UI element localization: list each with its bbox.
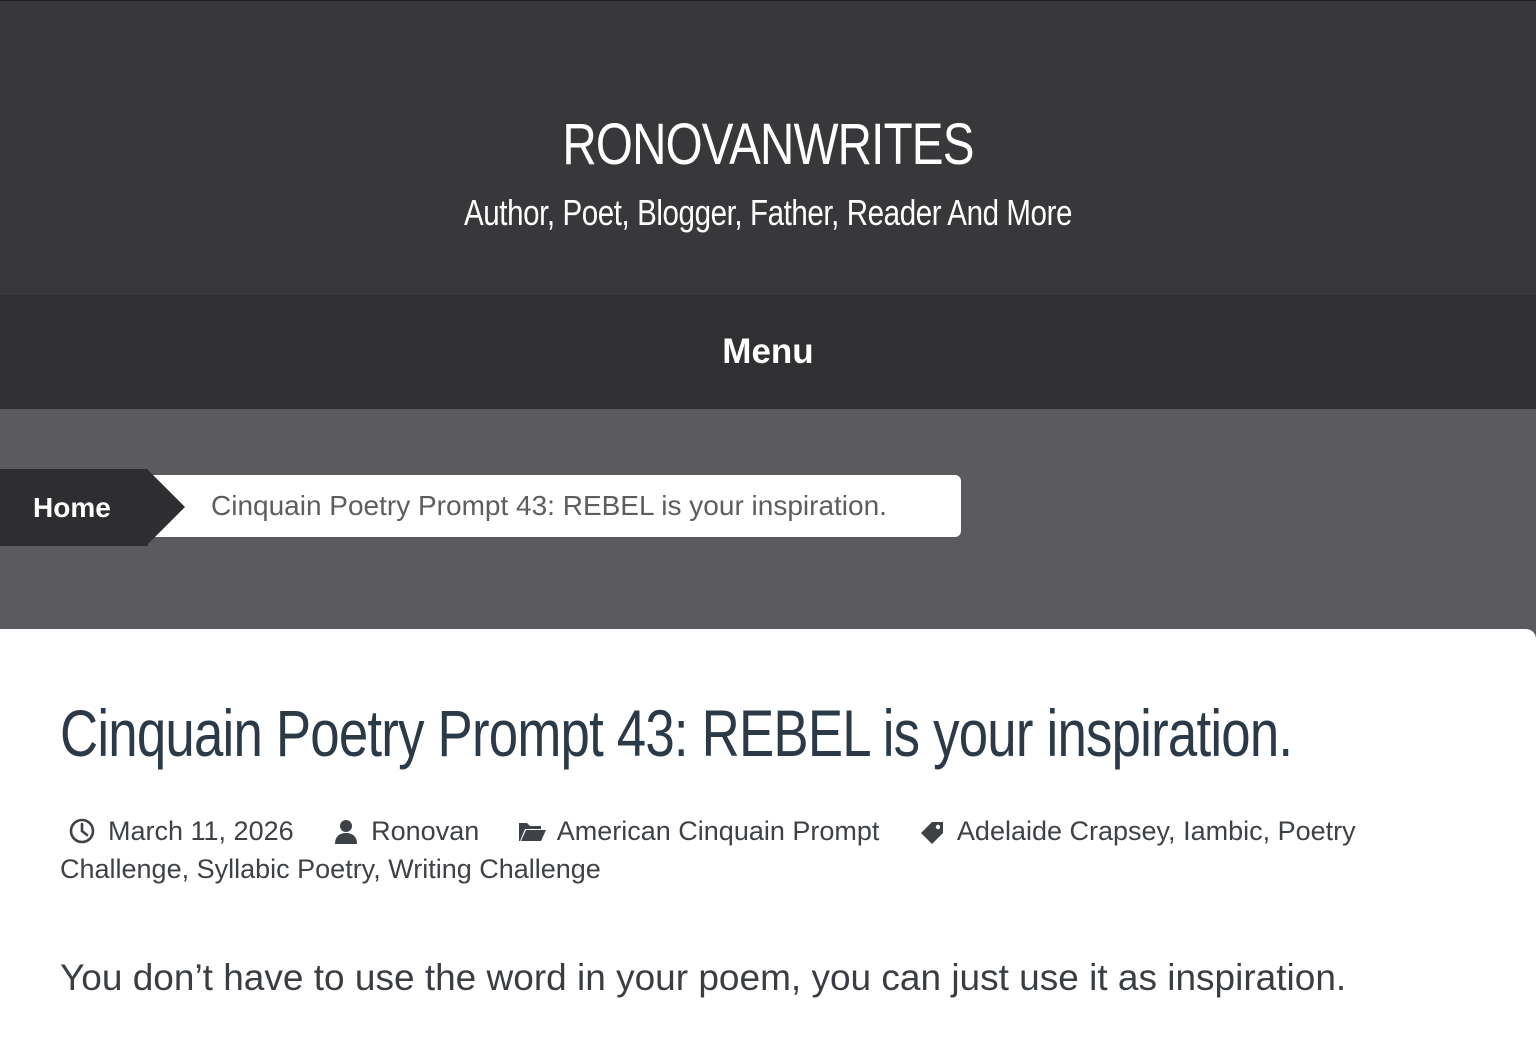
post-date: March 11, 2026 bbox=[68, 816, 301, 846]
tag-link[interactable]: Adelaide Crapsey bbox=[957, 816, 1168, 846]
post-content: Cinquain Poetry Prompt 43: REBEL is your… bbox=[0, 629, 1536, 1038]
post-category-link[interactable]: American Cinquain Prompt bbox=[557, 816, 880, 846]
breadcrumb-home-link[interactable]: Home bbox=[0, 469, 148, 546]
menu-toggle-button[interactable]: Menu bbox=[702, 322, 833, 382]
post-date-link[interactable]: March 11, 2026 bbox=[108, 816, 294, 846]
post-category: American Cinquain Prompt bbox=[517, 816, 887, 846]
main-navigation: Menu bbox=[0, 295, 1536, 409]
post-author-link[interactable]: Ronovan bbox=[371, 816, 479, 846]
site-tagline: Author, Poet, Blogger, Father, Reader An… bbox=[463, 192, 1073, 233]
tag-icon bbox=[920, 822, 943, 844]
tag-link[interactable]: Iambic bbox=[1183, 816, 1263, 846]
post-body-paragraph: You don’t have to use the word in your p… bbox=[60, 957, 1347, 998]
tag-link[interactable]: Syllabic Poetry bbox=[197, 854, 374, 884]
post-author: Ronovan bbox=[331, 816, 487, 846]
breadcrumb-current-page: Cinquain Poetry Prompt 43: REBEL is your… bbox=[150, 475, 961, 537]
site-title[interactable]: RONOVANWRITES bbox=[138, 109, 1398, 181]
post-meta: March 11, 2026 Ronovan American Cinquain… bbox=[60, 812, 1460, 888]
tag-link[interactable]: Writing Challenge bbox=[388, 854, 601, 884]
breadcrumb-separator-arrow bbox=[147, 469, 185, 545]
user-icon bbox=[335, 820, 358, 844]
folder-open-icon bbox=[518, 823, 546, 841]
post-title: Cinquain Poetry Prompt 43: REBEL is your… bbox=[60, 696, 1293, 770]
clock-icon bbox=[69, 818, 95, 844]
site-header: RONOVANWRITES Author, Poet, Blogger, Fat… bbox=[0, 0, 1536, 295]
